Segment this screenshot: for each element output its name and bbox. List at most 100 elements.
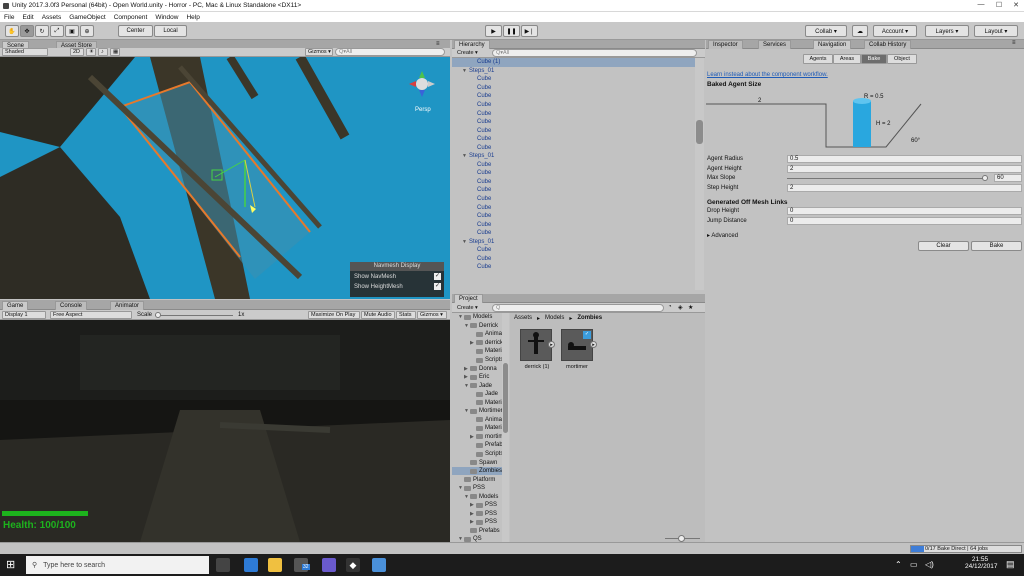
thumbnail-size-thumb[interactable] (678, 535, 685, 542)
filter-type-icon[interactable]: ◔ (668, 304, 672, 310)
project-tree-row[interactable]: ▶Eric (452, 373, 502, 382)
field-value-input[interactable]: 0 (787, 217, 1022, 225)
pivot-local-button[interactable]: Local (154, 25, 187, 37)
hierarchy-row[interactable]: Cube (452, 263, 695, 272)
tab-services[interactable]: Services (758, 40, 791, 49)
project-tree-row[interactable]: ▶PSS (452, 518, 502, 527)
subtab-agents[interactable]: Agents (803, 54, 833, 64)
notifications-icon[interactable]: ▤ (1006, 559, 1015, 570)
field-value-input[interactable]: 2 (787, 165, 1022, 173)
layout-dropdown[interactable]: Layout ▾ (974, 25, 1018, 37)
stats-toggle[interactable]: Stats (396, 311, 416, 319)
project-tree-row[interactable]: ▶derrick (452, 339, 502, 348)
project-tree-row[interactable]: ▼Models (452, 492, 502, 501)
collab-button[interactable]: Collab ▾ (805, 25, 847, 37)
hierarchy-row[interactable]: ▼Steps_01 (452, 67, 695, 76)
hierarchy-row[interactable]: Cube (452, 220, 695, 229)
2d-toggle[interactable]: 2D (70, 48, 84, 56)
clear-button[interactable]: Clear (918, 241, 969, 251)
project-tree-row[interactable]: Scripts (452, 450, 502, 459)
tab-hierarchy[interactable]: Hierarchy (454, 40, 490, 49)
minimize-button[interactable]: — (975, 1, 987, 11)
menu-file[interactable]: File (4, 14, 14, 21)
project-tree-row[interactable]: ▼Jade (452, 381, 502, 390)
project-tree-row[interactable]: ▼QS (452, 535, 502, 542)
bake-button[interactable]: Bake (971, 241, 1022, 251)
hierarchy-row[interactable]: ▼Steps_01 (452, 237, 695, 246)
tab-collab-history[interactable]: Collab History (864, 40, 911, 49)
project-tree-row[interactable]: ▶mortimer (452, 433, 502, 442)
hierarchy-row[interactable]: Cube (452, 212, 695, 221)
tab-inspector[interactable]: Inspector (708, 40, 743, 49)
inspector-menu-icon[interactable]: ≡ (1012, 40, 1016, 46)
scene-orientation-gizmo-icon[interactable] (405, 67, 439, 101)
hierarchy-row[interactable]: Cube (452, 161, 695, 170)
tray-arrow-icon[interactable]: ⌃ (895, 560, 902, 569)
network-icon[interactable]: ▭ (910, 560, 918, 569)
breadcrumb-assets[interactable]: Assets (514, 315, 532, 322)
expand-mortimer-icon[interactable]: ▸ (590, 341, 597, 348)
hierarchy-row[interactable]: Cube (452, 255, 695, 264)
perspective-label[interactable]: Persp (415, 107, 431, 113)
effects-toggle-icon[interactable]: ▦ (110, 48, 120, 56)
hierarchy-row[interactable]: Cube (452, 246, 695, 255)
project-tree-row[interactable]: Scripts (452, 356, 502, 365)
app-icon[interactable]: 32 (294, 558, 308, 572)
shading-mode-dropdown[interactable]: Shaded (2, 48, 48, 56)
hierarchy-row[interactable]: Cube (452, 101, 695, 110)
hierarchy-row[interactable]: Cube (452, 126, 695, 135)
advanced-foldout[interactable]: ▸ Advanced (707, 232, 738, 239)
maximize-button[interactable]: ☐ (993, 1, 1005, 11)
close-button[interactable]: ✕ (1010, 1, 1022, 11)
hierarchy-row[interactable]: Cube (452, 229, 695, 238)
hierarchy-row[interactable]: Cube (452, 169, 695, 178)
volume-icon[interactable]: ◁) (925, 560, 934, 569)
field-value-input[interactable]: 0.5 (787, 155, 1022, 163)
hierarchy-row[interactable]: Cube (452, 143, 695, 152)
windows-start-icon[interactable]: ⊞ (6, 559, 18, 571)
project-create-button[interactable]: Create ▾ (455, 304, 481, 312)
hierarchy-scrollbar[interactable] (695, 58, 704, 290)
tab-game[interactable]: Game (2, 301, 28, 310)
project-tree-row[interactable]: Zombies (452, 467, 502, 476)
foldout-arrow-icon[interactable]: ▼ (462, 68, 469, 74)
project-tree-row[interactable]: ▼Derrick (452, 322, 502, 331)
hierarchy-row[interactable]: Cube (452, 135, 695, 144)
lighting-toggle-icon[interactable]: ☀ (86, 48, 96, 56)
breadcrumb-models[interactable]: Models (545, 315, 564, 322)
foldout-arrow-icon[interactable]: ▼ (462, 239, 469, 245)
foldout-arrow-icon[interactable]: ▼ (462, 153, 469, 159)
edge-icon[interactable] (244, 558, 258, 572)
panel-menu-icon[interactable]: ≡ (436, 41, 440, 47)
scale-slider[interactable] (155, 315, 233, 316)
max-slope-slider[interactable] (787, 178, 987, 179)
hierarchy-row[interactable]: Cube (452, 178, 695, 187)
hierarchy-row[interactable]: Cube (1) (452, 58, 695, 67)
hierarchy-row[interactable]: Cube (452, 203, 695, 212)
asset-mortimer-thumbnail[interactable]: ✓ (561, 329, 593, 361)
menu-component[interactable]: Component (114, 14, 148, 21)
project-tree-row[interactable]: Spawn (452, 458, 502, 467)
file-explorer-icon[interactable] (268, 558, 282, 572)
subtab-bake[interactable]: Bake (861, 54, 887, 64)
project-tree-row[interactable]: ▶PSS (452, 501, 502, 510)
favorite-icon[interactable]: ★ (688, 304, 693, 311)
clock[interactable]: 21:55 24/12/2017 (965, 556, 995, 570)
tab-project[interactable]: Project (454, 294, 483, 303)
project-tree-row[interactable]: Animations (452, 330, 502, 339)
project-tree-row[interactable]: ▶Donna (452, 364, 502, 373)
subtab-areas[interactable]: Areas (833, 54, 861, 64)
cloud-icon[interactable]: ☁ (852, 25, 868, 37)
tab-animator[interactable]: Animator (110, 301, 144, 310)
hand-tool-icon[interactable]: ✋ (5, 25, 19, 37)
filter-label-icon[interactable]: ◈ (678, 304, 683, 311)
project-tree-scrollbar[interactable] (502, 313, 509, 542)
layers-dropdown[interactable]: Layers ▾ (925, 25, 969, 37)
expand-derrick-icon[interactable]: ▸ (548, 341, 555, 348)
hierarchy-row[interactable]: Cube (452, 75, 695, 84)
project-search-input[interactable]: Q (492, 304, 664, 312)
pause-button[interactable]: ❚❚ (503, 25, 520, 37)
move-tool-icon[interactable]: ✥ (20, 25, 34, 37)
rotate-tool-icon[interactable]: ↻ (35, 25, 49, 37)
hierarchy-row[interactable]: Cube (452, 118, 695, 127)
